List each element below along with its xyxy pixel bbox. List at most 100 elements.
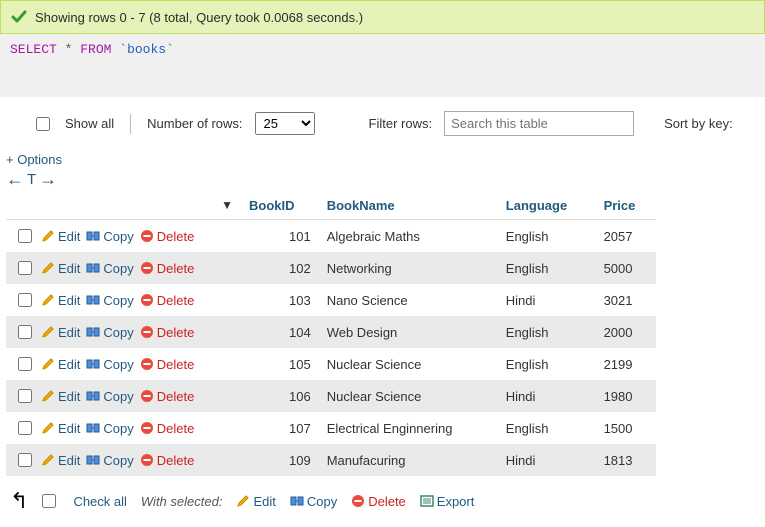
copy-icon xyxy=(86,229,100,243)
table-row: EditCopyDelete105Nuclear ScienceEnglish2… xyxy=(6,348,656,380)
table-row: EditCopyDelete104Web DesignEnglish2000 xyxy=(6,316,656,348)
edit-button[interactable]: Edit xyxy=(41,389,80,404)
edit-button[interactable]: Edit xyxy=(41,325,80,340)
edit-button[interactable]: Edit xyxy=(41,293,80,308)
copy-button[interactable]: Copy xyxy=(86,389,133,404)
table-row: EditCopyDelete101Algebraic MathsEnglish2… xyxy=(6,220,656,253)
num-rows-label: Number of rows: xyxy=(147,116,242,131)
toolbar-divider xyxy=(130,114,131,134)
copy-button[interactable]: Copy xyxy=(86,421,133,436)
cell-price: 2000 xyxy=(596,316,656,348)
bulk-delete-button[interactable]: Delete xyxy=(351,494,406,509)
cell-bookid: 109 xyxy=(241,444,319,476)
edit-button[interactable]: Edit xyxy=(41,261,80,276)
pencil-icon xyxy=(41,229,55,243)
copy-button[interactable]: Copy xyxy=(86,453,133,468)
check-all-checkbox[interactable] xyxy=(42,494,56,508)
cell-bookname: Networking xyxy=(319,252,498,284)
sort-by-key-label: Sort by key: xyxy=(664,116,733,131)
copy-button[interactable]: Copy xyxy=(86,261,133,276)
filter-rows-label: Filter rows: xyxy=(369,116,433,131)
edit-button[interactable]: Edit xyxy=(41,453,80,468)
copy-button[interactable]: Copy xyxy=(86,293,133,308)
bulk-copy-button[interactable]: Copy xyxy=(290,494,337,509)
delete-button[interactable]: Delete xyxy=(140,293,195,308)
edit-button[interactable]: Edit xyxy=(41,229,80,244)
row-checkbox[interactable] xyxy=(18,421,32,435)
pencil-icon xyxy=(41,357,55,371)
row-checkbox[interactable] xyxy=(18,293,32,307)
delete-icon xyxy=(140,389,154,403)
cell-price: 1980 xyxy=(596,380,656,412)
row-checkbox[interactable] xyxy=(18,389,32,403)
sql-table-name: `books` xyxy=(119,42,174,57)
bulk-edit-button[interactable]: Edit xyxy=(236,494,275,509)
cell-bookname: Nano Science xyxy=(319,284,498,316)
cell-bookid: 106 xyxy=(241,380,319,412)
copy-icon xyxy=(86,261,100,275)
cell-language: English xyxy=(498,348,596,380)
delete-button[interactable]: Delete xyxy=(140,229,195,244)
cell-bookname: Nuclear Science xyxy=(319,348,498,380)
cell-bookid: 103 xyxy=(241,284,319,316)
cell-language: Hindi xyxy=(498,444,596,476)
delete-button[interactable]: Delete xyxy=(140,421,195,436)
sort-down-icon[interactable]: ▼ xyxy=(221,198,233,212)
delete-button[interactable]: Delete xyxy=(140,389,195,404)
cell-bookname: Electrical Enginnering xyxy=(319,412,498,444)
cell-bookid: 101 xyxy=(241,220,319,253)
row-checkbox[interactable] xyxy=(18,261,32,275)
column-header-bookid[interactable]: BookID xyxy=(241,194,319,220)
pencil-icon xyxy=(236,494,250,508)
delete-icon xyxy=(140,421,154,435)
table-row: EditCopyDelete102NetworkingEnglish5000 xyxy=(6,252,656,284)
select-arrow-icon: ↰ xyxy=(10,488,28,514)
cell-language: English xyxy=(498,252,596,284)
cell-price: 5000 xyxy=(596,252,656,284)
edit-button[interactable]: Edit xyxy=(41,421,80,436)
show-all-checkbox[interactable] xyxy=(36,117,50,131)
cell-language: Hindi xyxy=(498,284,596,316)
show-all-label: Show all xyxy=(65,116,114,131)
delete-icon xyxy=(140,325,154,339)
row-checkbox[interactable] xyxy=(18,357,32,371)
cell-language: English xyxy=(498,220,596,253)
export-button[interactable]: Export xyxy=(420,494,475,509)
cell-language: English xyxy=(498,316,596,348)
check-all-link[interactable]: Check all xyxy=(73,494,126,509)
export-icon xyxy=(420,494,434,508)
cell-bookid: 107 xyxy=(241,412,319,444)
num-rows-select[interactable]: 25 xyxy=(255,112,315,135)
edit-button[interactable]: Edit xyxy=(41,357,80,372)
delete-button[interactable]: Delete xyxy=(140,325,195,340)
results-table: ▼ BookID BookName Language Price Edit Cop… xyxy=(6,194,656,476)
results-toolbar: Show all Number of rows: 25 Filter rows:… xyxy=(0,97,765,146)
cell-price: 1813 xyxy=(596,444,656,476)
table-row: EditCopyDelete103Nano ScienceHindi3021 xyxy=(6,284,656,316)
copy-button[interactable]: Copy xyxy=(86,325,133,340)
copy-button[interactable]: Copy xyxy=(86,229,133,244)
copy-button[interactable]: Copy xyxy=(86,357,133,372)
delete-button[interactable]: Delete xyxy=(140,357,195,372)
row-checkbox[interactable] xyxy=(18,229,32,243)
column-header-bookname[interactable]: BookName xyxy=(319,194,498,220)
pencil-icon xyxy=(41,421,55,435)
delete-button[interactable]: Delete xyxy=(140,261,195,276)
options-toggle[interactable]: + Options xyxy=(0,146,765,169)
sort-direction-control[interactable]: ← T → xyxy=(0,169,765,194)
filter-rows-input[interactable] xyxy=(444,111,634,136)
cell-bookname: Manufacuring xyxy=(319,444,498,476)
cell-bookid: 105 xyxy=(241,348,319,380)
column-header-language[interactable]: Language xyxy=(498,194,596,220)
delete-button[interactable]: Delete xyxy=(140,453,195,468)
row-checkbox[interactable] xyxy=(18,453,32,467)
delete-icon xyxy=(140,229,154,243)
cell-bookname: Nuclear Science xyxy=(319,380,498,412)
delete-icon xyxy=(140,293,154,307)
cell-bookid: 104 xyxy=(241,316,319,348)
table-row: EditCopyDelete107Electrical EnginneringE… xyxy=(6,412,656,444)
bulk-actions-footer: ↰ Check all With selected: Edit Copy Del… xyxy=(0,476,765,526)
pencil-icon xyxy=(41,261,55,275)
column-header-price[interactable]: Price xyxy=(596,194,656,220)
row-checkbox[interactable] xyxy=(18,325,32,339)
